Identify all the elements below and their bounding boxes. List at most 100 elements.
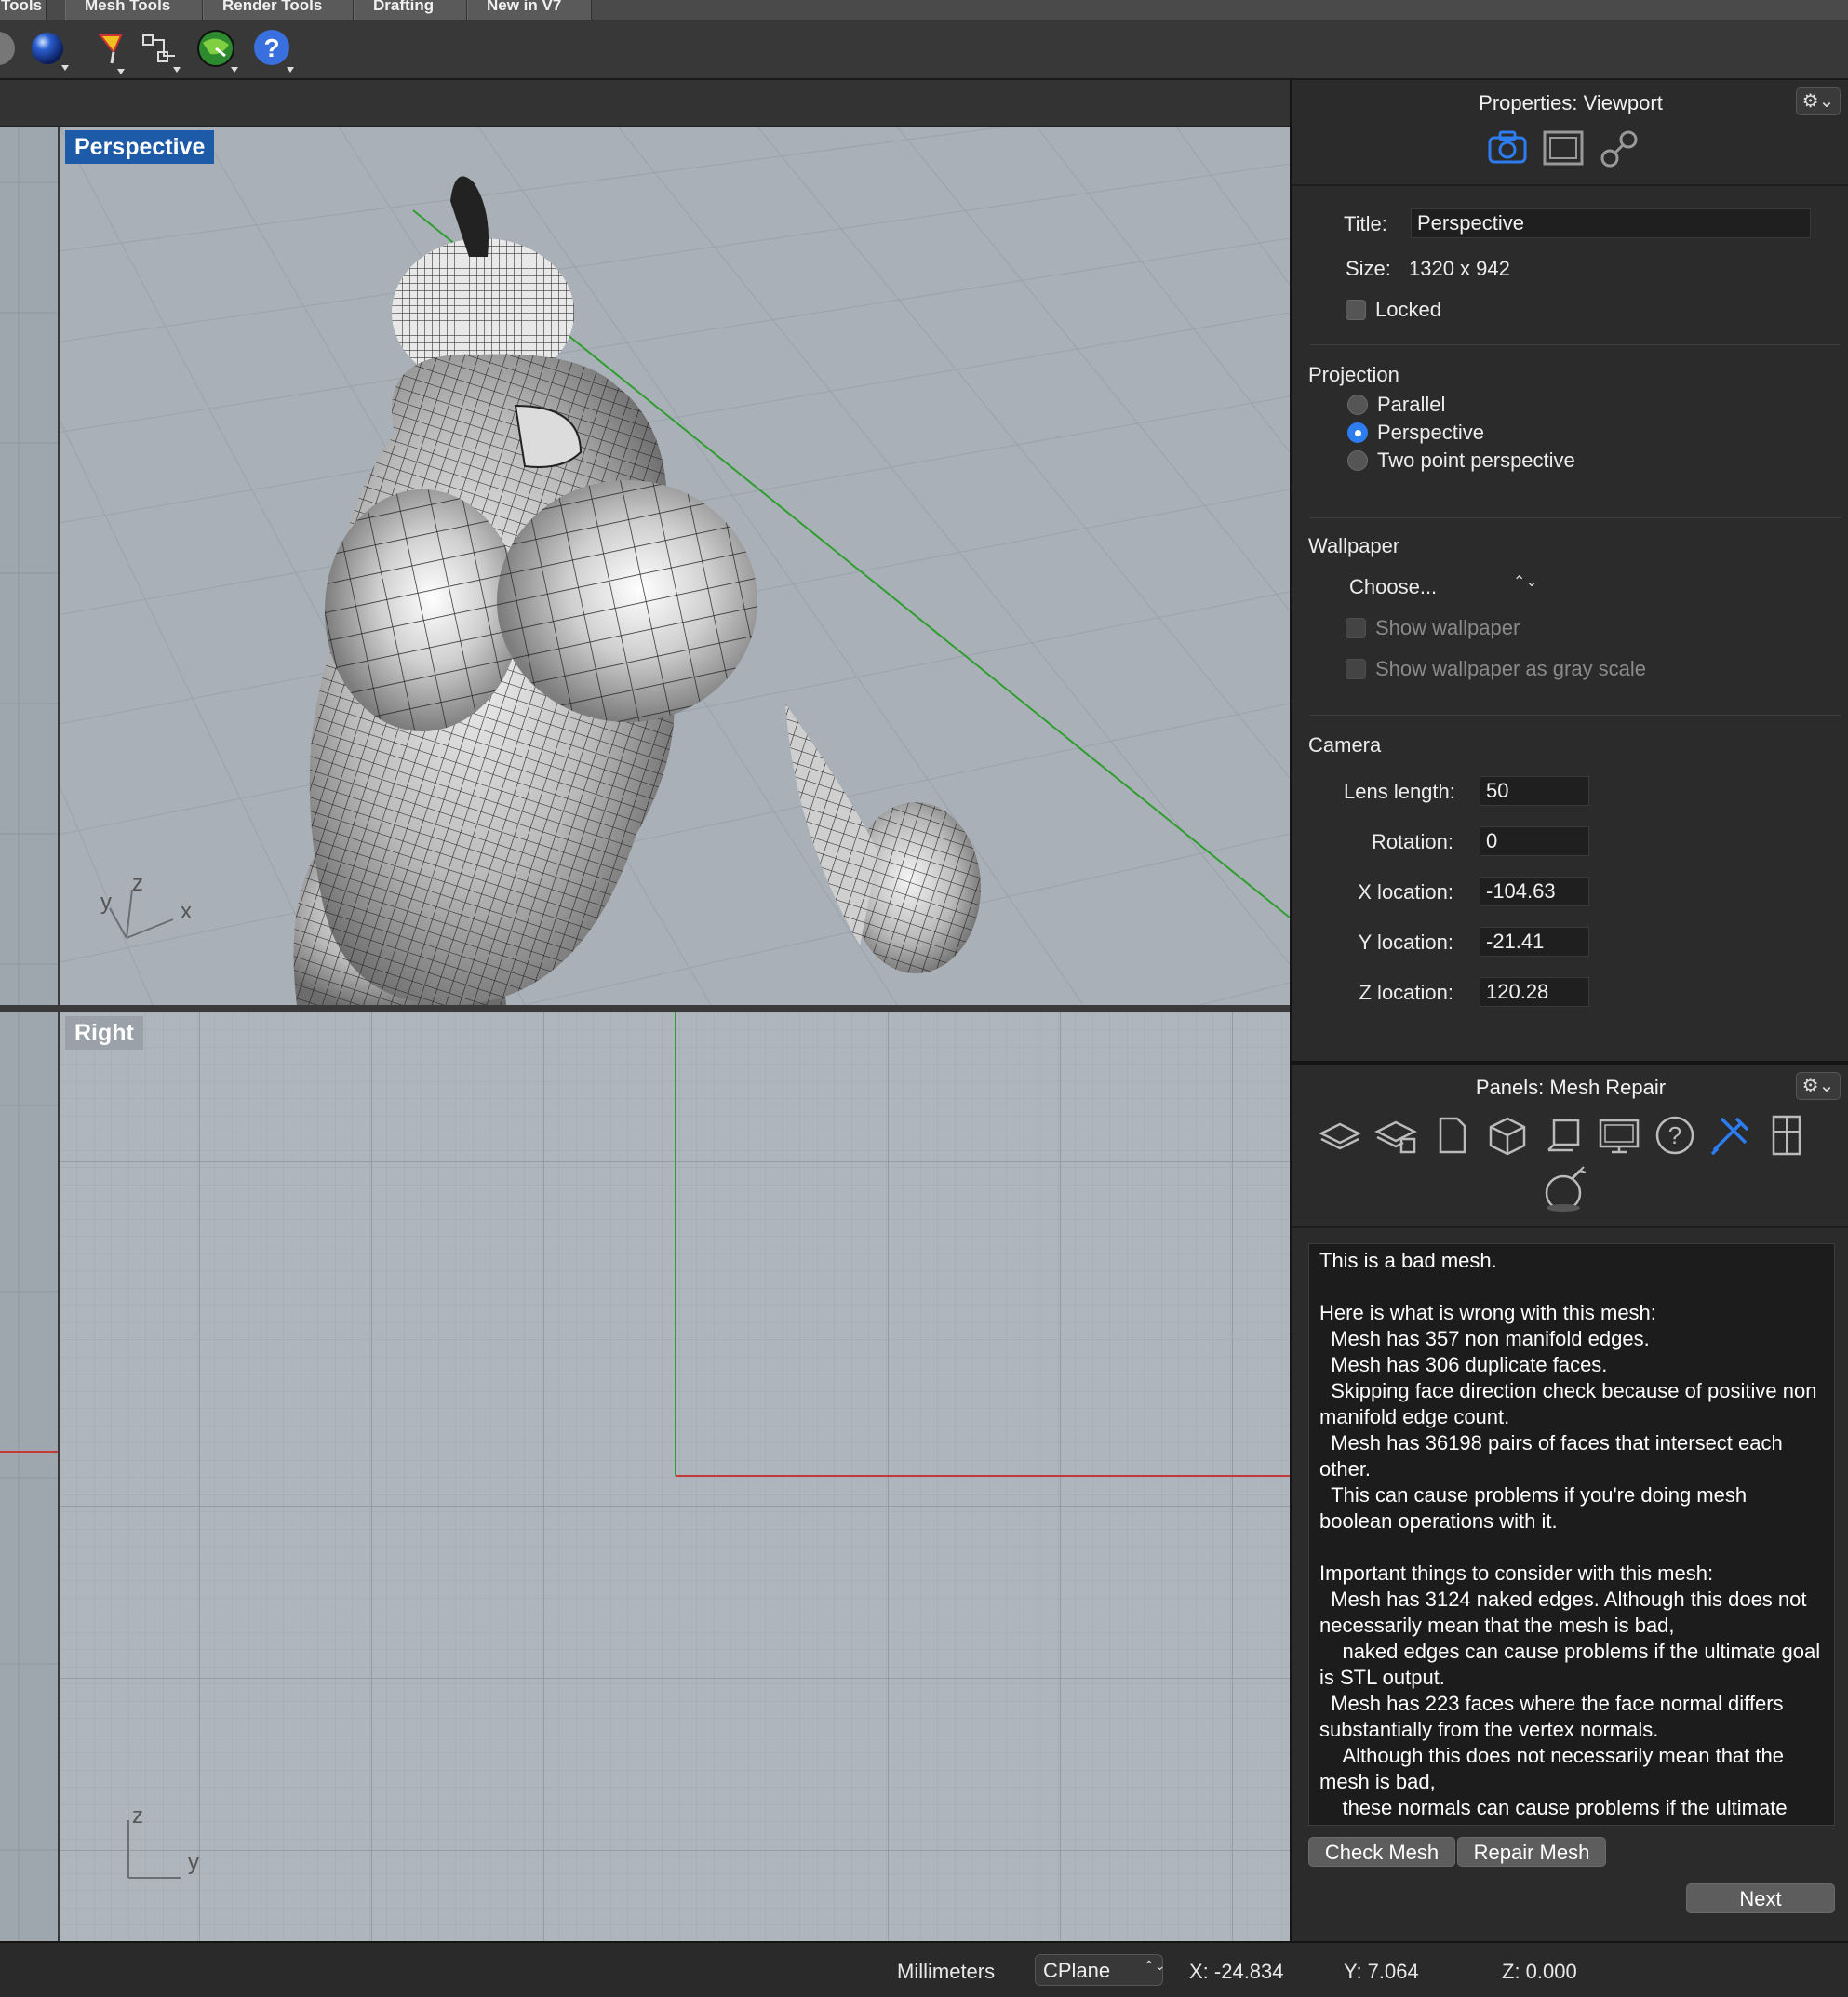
grid-snap-icon[interactable] xyxy=(138,28,184,74)
cplane-label: CPlane xyxy=(1043,1959,1111,1982)
help-icon[interactable]: ? xyxy=(249,28,296,74)
help-circle-icon[interactable]: ? xyxy=(1653,1113,1697,1158)
right-canvas[interactable] xyxy=(60,1012,1290,1941)
panels-divider xyxy=(1292,1226,1848,1228)
projection-two-point-radio[interactable] xyxy=(1347,450,1368,471)
viewport-tab-strip xyxy=(0,80,1290,127)
report-line: Mesh has 306 duplicate faces. xyxy=(1319,1353,1608,1376)
layout-icon[interactable] xyxy=(1764,1113,1809,1158)
layers-icon[interactable] xyxy=(1318,1113,1362,1158)
mesh-repair-tools-icon[interactable] xyxy=(1708,1113,1753,1158)
divider xyxy=(1310,715,1841,716)
status-bar: Millimeters CPlane ⌃⌄ X: -24.834 Y: 7.06… xyxy=(0,1941,1848,1997)
perspective-canvas[interactable] xyxy=(60,127,1290,1005)
title-label: Title: xyxy=(1344,212,1387,235)
report-line: This is a bad mesh. xyxy=(1319,1249,1497,1272)
panel-splitter[interactable] xyxy=(1292,1061,1848,1065)
report-line: Although this does not necessarily mean … xyxy=(1319,1744,1790,1793)
show-wallpaper-gray-checkbox[interactable] xyxy=(1346,659,1366,679)
report-line: these normals can cause problems if the … xyxy=(1319,1796,1788,1825)
plugin-bomb-icon[interactable] xyxy=(1541,1165,1589,1213)
axis-label-y: y xyxy=(100,890,112,915)
viewport-label-perspective[interactable]: Perspective xyxy=(65,130,215,164)
viewport-label-right[interactable]: Right xyxy=(65,1016,143,1050)
sphere-render-icon[interactable] xyxy=(0,28,26,74)
report-line: Mesh has 36198 pairs of faces that inter… xyxy=(1319,1431,1788,1481)
perspective-viewport[interactable]: Perspective x y z xyxy=(60,127,1290,1005)
chevron-updown-icon: ⌃⌄ xyxy=(1144,1958,1166,1973)
axis-label-z: z xyxy=(132,871,143,896)
tab-drafting[interactable]: Drafting xyxy=(354,0,467,20)
display-monitor-icon[interactable] xyxy=(1597,1113,1641,1158)
projection-heading: Projection xyxy=(1308,363,1399,386)
y-location-field[interactable]: -21.41 xyxy=(1480,927,1589,957)
layer-states-icon[interactable] xyxy=(1373,1113,1418,1158)
z-location-field[interactable]: 120.28 xyxy=(1480,977,1589,1007)
check-mesh-button[interactable]: Check Mesh xyxy=(1308,1837,1455,1867)
tab-new-in-v7[interactable]: New in V7 xyxy=(467,0,592,20)
wallpaper-choose-popup[interactable]: Choose... ⌃⌄ xyxy=(1349,573,1538,605)
wallpaper-choose-label: Choose... xyxy=(1349,575,1438,598)
properties-header: Properties: Viewport xyxy=(1479,91,1663,114)
cplane-popup[interactable]: CPlane ⌃⌄ xyxy=(1035,1954,1166,1986)
projection-perspective-label: Perspective xyxy=(1377,421,1484,444)
lens-length-field[interactable]: 50 xyxy=(1480,776,1589,806)
rotation-field[interactable]: 0 xyxy=(1480,826,1589,856)
mesh-report-textarea[interactable]: This is a bad mesh. Here is what is wron… xyxy=(1308,1243,1835,1826)
camera-tab-icon[interactable] xyxy=(1487,128,1528,166)
axis-label-x: x xyxy=(181,899,192,924)
wallpaper-heading: Wallpaper xyxy=(1308,534,1400,557)
display-tab-icon[interactable] xyxy=(1543,130,1584,166)
tab-tools[interactable]: Tools xyxy=(0,0,47,20)
x-coordinate: X: -24.834 xyxy=(1189,1960,1284,1983)
z-location-label: Z location: xyxy=(1359,981,1454,1004)
projection-parallel-radio[interactable] xyxy=(1347,395,1368,415)
projection-two-point-label: Two point perspective xyxy=(1377,449,1575,472)
mesh-model[interactable] xyxy=(293,176,981,1005)
size-value: 1320 x 942 xyxy=(1409,257,1510,280)
rotation-label: Rotation: xyxy=(1371,830,1453,853)
lens-length-label: Lens length: xyxy=(1344,780,1455,803)
y-location-label: Y location: xyxy=(1358,931,1453,954)
object-box-icon[interactable] xyxy=(1485,1113,1530,1158)
left-viewport-edge-top[interactable] xyxy=(0,127,58,1005)
toolbar: ? xyxy=(0,20,1848,80)
app-window: Tools Mesh Tools Render Tools Drafting N… xyxy=(0,0,1848,1997)
report-line xyxy=(1319,1535,1824,1561)
title-field[interactable]: Perspective xyxy=(1411,208,1811,238)
camera-heading: Camera xyxy=(1308,733,1382,757)
globe-green-icon[interactable] xyxy=(194,28,240,74)
report-line: Here is what is wrong with this mesh: xyxy=(1319,1301,1656,1324)
size-label: Size: xyxy=(1346,257,1391,280)
z-coordinate: Z: 0.000 xyxy=(1502,1960,1577,1983)
x-location-field[interactable]: -104.63 xyxy=(1480,877,1589,906)
report-line: Important things to consider with this m… xyxy=(1319,1561,1714,1585)
units-label[interactable]: Millimeters xyxy=(897,1960,995,1984)
projection-parallel-label: Parallel xyxy=(1377,393,1446,416)
right-viewport[interactable]: Right y z xyxy=(60,1012,1290,1941)
tab-render-tools[interactable]: Render Tools xyxy=(203,0,354,20)
tab-mesh-tools[interactable]: Mesh Tools xyxy=(65,0,203,20)
svg-text:?: ? xyxy=(263,34,279,62)
toolbar-tab-bar: Tools Mesh Tools Render Tools Drafting N… xyxy=(0,0,1848,20)
properties-gear-icon[interactable]: ⚙⌄ xyxy=(1796,87,1841,115)
show-wallpaper-label: Show wallpaper xyxy=(1375,616,1520,639)
document-icon[interactable] xyxy=(1429,1113,1474,1158)
axis-label-z-right: z xyxy=(132,1803,143,1829)
report-line: Skipping face direction check because of… xyxy=(1319,1379,1823,1428)
report-line: This can cause problems if you're doing … xyxy=(1319,1483,1753,1533)
panels-header: Panels: Mesh Repair xyxy=(1475,1076,1667,1099)
left-viewport-edge-bottom[interactable] xyxy=(0,1012,58,1941)
selection-filter-icon[interactable] xyxy=(93,28,140,74)
repair-mesh-button[interactable]: Repair Mesh xyxy=(1457,1837,1606,1867)
y-coordinate: Y: 7.064 xyxy=(1344,1960,1419,1983)
next-button[interactable]: Next xyxy=(1686,1883,1835,1913)
named-cplane-icon[interactable] xyxy=(1541,1113,1586,1158)
show-wallpaper-checkbox[interactable] xyxy=(1346,618,1366,638)
panels-gear-icon[interactable]: ⚙⌄ xyxy=(1796,1072,1841,1100)
projection-perspective-radio[interactable] xyxy=(1347,422,1368,443)
material-ball-icon[interactable] xyxy=(26,28,73,74)
object-link-tab-icon[interactable] xyxy=(1599,128,1640,169)
locked-checkbox[interactable] xyxy=(1346,300,1366,320)
show-wallpaper-gray-label: Show wallpaper as gray scale xyxy=(1375,657,1647,680)
